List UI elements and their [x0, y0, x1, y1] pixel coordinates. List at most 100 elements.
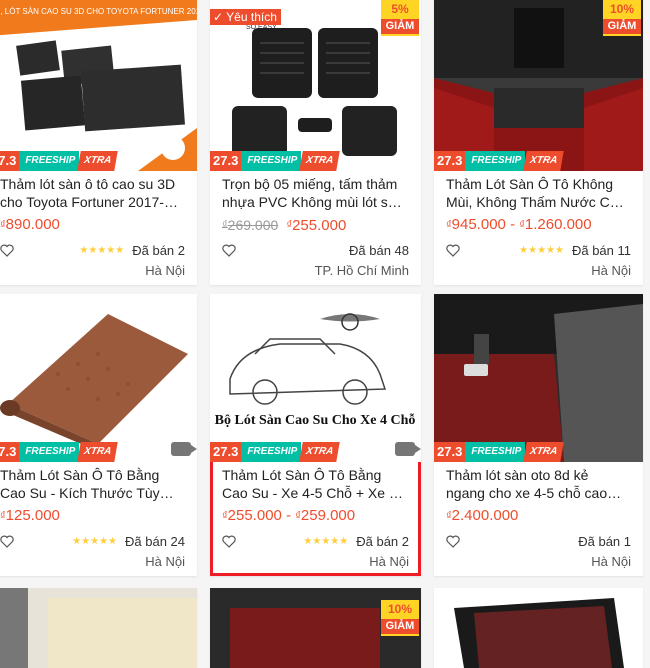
discount-label: GIẢM — [381, 619, 419, 634]
discount-badge: 10% GIẢM — [381, 600, 419, 636]
product-price: 890.000 — [5, 216, 60, 233]
product-title[interactable]: Thảm lót sàn oto 8d kẻ ngang cho xe 4-5 … — [446, 466, 631, 502]
product-price: 255.000 — [227, 507, 282, 524]
product-image — [434, 588, 643, 668]
freeship-label: FREESHIP — [241, 151, 302, 171]
image-caption: Bộ Lót Sàn Cao Su Cho Xe 4 Chỗ — [215, 412, 416, 428]
product-title[interactable]: Thảm lót sàn ô tô cao su 3D cho Toyota F… — [0, 175, 185, 211]
meta-row: ★★★★★ Đã bán 2 — [222, 532, 409, 550]
freeship-date: 27.3 — [210, 442, 242, 462]
meta-row: Đã bán 1 — [446, 532, 631, 550]
product-image: Bộ Lót Sàn Cao Su Cho Xe 4 Chỗ 27.3 FREE… — [210, 294, 421, 462]
product-title[interactable]: Thảm Lót Sàn Ô Tô Bằng Cao Su - Kích Thư… — [0, 466, 185, 502]
video-icon — [171, 442, 197, 456]
heart-icon[interactable] — [446, 535, 460, 548]
freeship-date: 27.3 — [0, 442, 20, 462]
freeship-label: FREESHIP — [465, 442, 526, 462]
discount-label: GIẢM — [381, 19, 419, 34]
product-price: 125.000 — [5, 507, 60, 524]
meta-row: ★★★★★ Đã bán 2 — [0, 241, 185, 259]
freeship-date: 27.3 — [434, 151, 466, 171]
product-card[interactable]: Bộ Lót Sàn Cao Su Cho Xe 4 Chỗ 27.3 FREE… — [210, 294, 421, 576]
freeship-bar: 27.3 FREESHIP XTRA — [434, 442, 565, 462]
car-floor-image — [434, 294, 643, 462]
discount-percent: 10% — [387, 602, 413, 616]
product-card[interactable]: 10% GIẢM 27.3 FREESHIP XTRA Thảm Lót Sàn… — [434, 0, 643, 285]
product-grid: THẢM SÀN, LÓT SÀN CAO SU 3D CHO TOYOTA F… — [0, 0, 650, 668]
product-location: Hà Nội — [591, 263, 631, 278]
price-row: ₫2.400.000 — [446, 506, 631, 526]
video-icon — [395, 442, 421, 456]
product-title[interactable]: Thảm Lót Sàn Ô Tô Không Mùi, Không Thấm … — [446, 175, 631, 211]
freeship-date: 27.3 — [210, 151, 242, 171]
favorite-badge: ✓ Yêu thích — [210, 9, 281, 25]
favorite-label: Yêu thích — [226, 10, 277, 24]
product-location: Hà Nội — [369, 554, 409, 569]
product-card[interactable]: 10% GIẢM — [210, 588, 421, 668]
meta-row: ★★★★★ Đã bán 24 — [0, 532, 185, 550]
freeship-bar: 27.3 FREESHIP XTRA — [210, 151, 341, 171]
discount-badge: 5% GIẢM — [381, 0, 419, 36]
product-image: SO EASY ✓ Yêu thích 5% GIẢM 27.3 FREESHI… — [210, 0, 421, 171]
discount-percent: 10% — [609, 2, 635, 16]
sold-count: Đã bán 48 — [349, 242, 409, 258]
sold-count: Đã bán 11 — [571, 242, 631, 258]
rating-stars: ★★★★★ — [79, 244, 125, 256]
freeship-bar: 27.3 FREESHIP XTRA — [434, 151, 565, 171]
banner-text: THẢM SÀN, LÓT SÀN CAO SU 3D CHO TOYOTA F… — [0, 7, 197, 16]
sold-count: Đã bán 1 — [578, 533, 631, 549]
heart-icon[interactable] — [222, 535, 236, 548]
price-row: ₫945.000 - ₫1.260.000 — [446, 216, 592, 233]
price-row: ₫255.000 - ₫259.000 — [222, 507, 356, 524]
product-price: 945.000 — [451, 216, 506, 233]
car-sketch-image: Bộ Lót Sàn Cao Su Cho Xe 4 Chỗ — [210, 294, 421, 462]
product-card[interactable]: 27.3 FREESHIP XTRA Thảm Lót Sàn Ô Tô Bằn… — [0, 294, 197, 576]
freeship-bar: 27.3 FREESHIP XTRA — [0, 151, 119, 171]
discount-badge: 10% GIẢM — [603, 0, 641, 36]
rating-stars: ★★★★★ — [519, 244, 564, 256]
floor-mat-image — [434, 588, 643, 668]
product-image: 10% GIẢM — [210, 588, 421, 668]
product-location: TP. Hồ Chí Minh — [314, 263, 409, 278]
product-card[interactable]: THẢM SÀN, LÓT SÀN CAO SU 3D CHO TOYOTA F… — [0, 0, 197, 285]
product-title[interactable]: Thảm Lót Sàn Ô Tô Bằng Cao Su - Xe 4-5 C… — [222, 466, 409, 502]
price-row: ₫125.000 — [0, 506, 185, 526]
heart-icon[interactable] — [0, 535, 14, 548]
freeship-label: FREESHIP — [19, 442, 80, 462]
price-row: ₫890.000 — [0, 215, 185, 235]
xtra-label: XTRA — [299, 442, 341, 462]
product-price-high: 259.000 — [300, 507, 356, 524]
freeship-date: 27.3 — [434, 442, 466, 462]
freeship-label: FREESHIP — [19, 151, 80, 171]
product-card[interactable]: 27.3 FREESHIP XTRA Thảm lót sàn oto 8d k… — [434, 294, 643, 576]
rating-stars: ★★★★★ — [303, 535, 349, 547]
freeship-date: 27.3 — [0, 151, 20, 171]
heart-icon[interactable] — [0, 244, 14, 257]
product-card[interactable] — [434, 588, 643, 668]
meta-row: Đã bán 48 — [222, 241, 409, 259]
product-price-high: 1.260.000 — [524, 216, 592, 233]
rubber-roll-image — [0, 294, 197, 462]
sold-count: Đã bán 2 — [132, 242, 185, 258]
product-card[interactable] — [0, 588, 197, 668]
discount-label: GIẢM — [603, 19, 641, 34]
sold-count: Đã bán 2 — [356, 533, 409, 549]
product-title[interactable]: Trọn bộ 05 miếng, tấm thảm nhựa PVC Khôn… — [222, 175, 409, 211]
product-image — [0, 588, 197, 668]
car-seat-image — [0, 588, 197, 668]
product-price: 2.400.000 — [451, 507, 519, 524]
product-image: 27.3 FREESHIP XTRA — [0, 294, 197, 462]
meta-row: ★★★★★ Đã bán 11 — [446, 241, 631, 259]
product-location: Hà Nội — [145, 263, 185, 278]
heart-icon[interactable] — [446, 244, 460, 257]
product-price: 255.000 — [292, 217, 347, 234]
freeship-label: FREESHIP — [465, 151, 526, 171]
product-card[interactable]: SO EASY ✓ Yêu thích 5% GIẢM 27.3 FREESHI… — [210, 0, 421, 285]
product-location: Hà Nội — [145, 554, 185, 569]
price-row: ₫269.000 ₫255.000 — [222, 215, 409, 235]
xtra-label: XTRA — [523, 442, 565, 462]
product-location: Hà Nội — [591, 554, 631, 569]
freeship-label: FREESHIP — [241, 442, 302, 462]
product-image: 27.3 FREESHIP XTRA — [434, 294, 643, 462]
heart-icon[interactable] — [222, 244, 236, 257]
